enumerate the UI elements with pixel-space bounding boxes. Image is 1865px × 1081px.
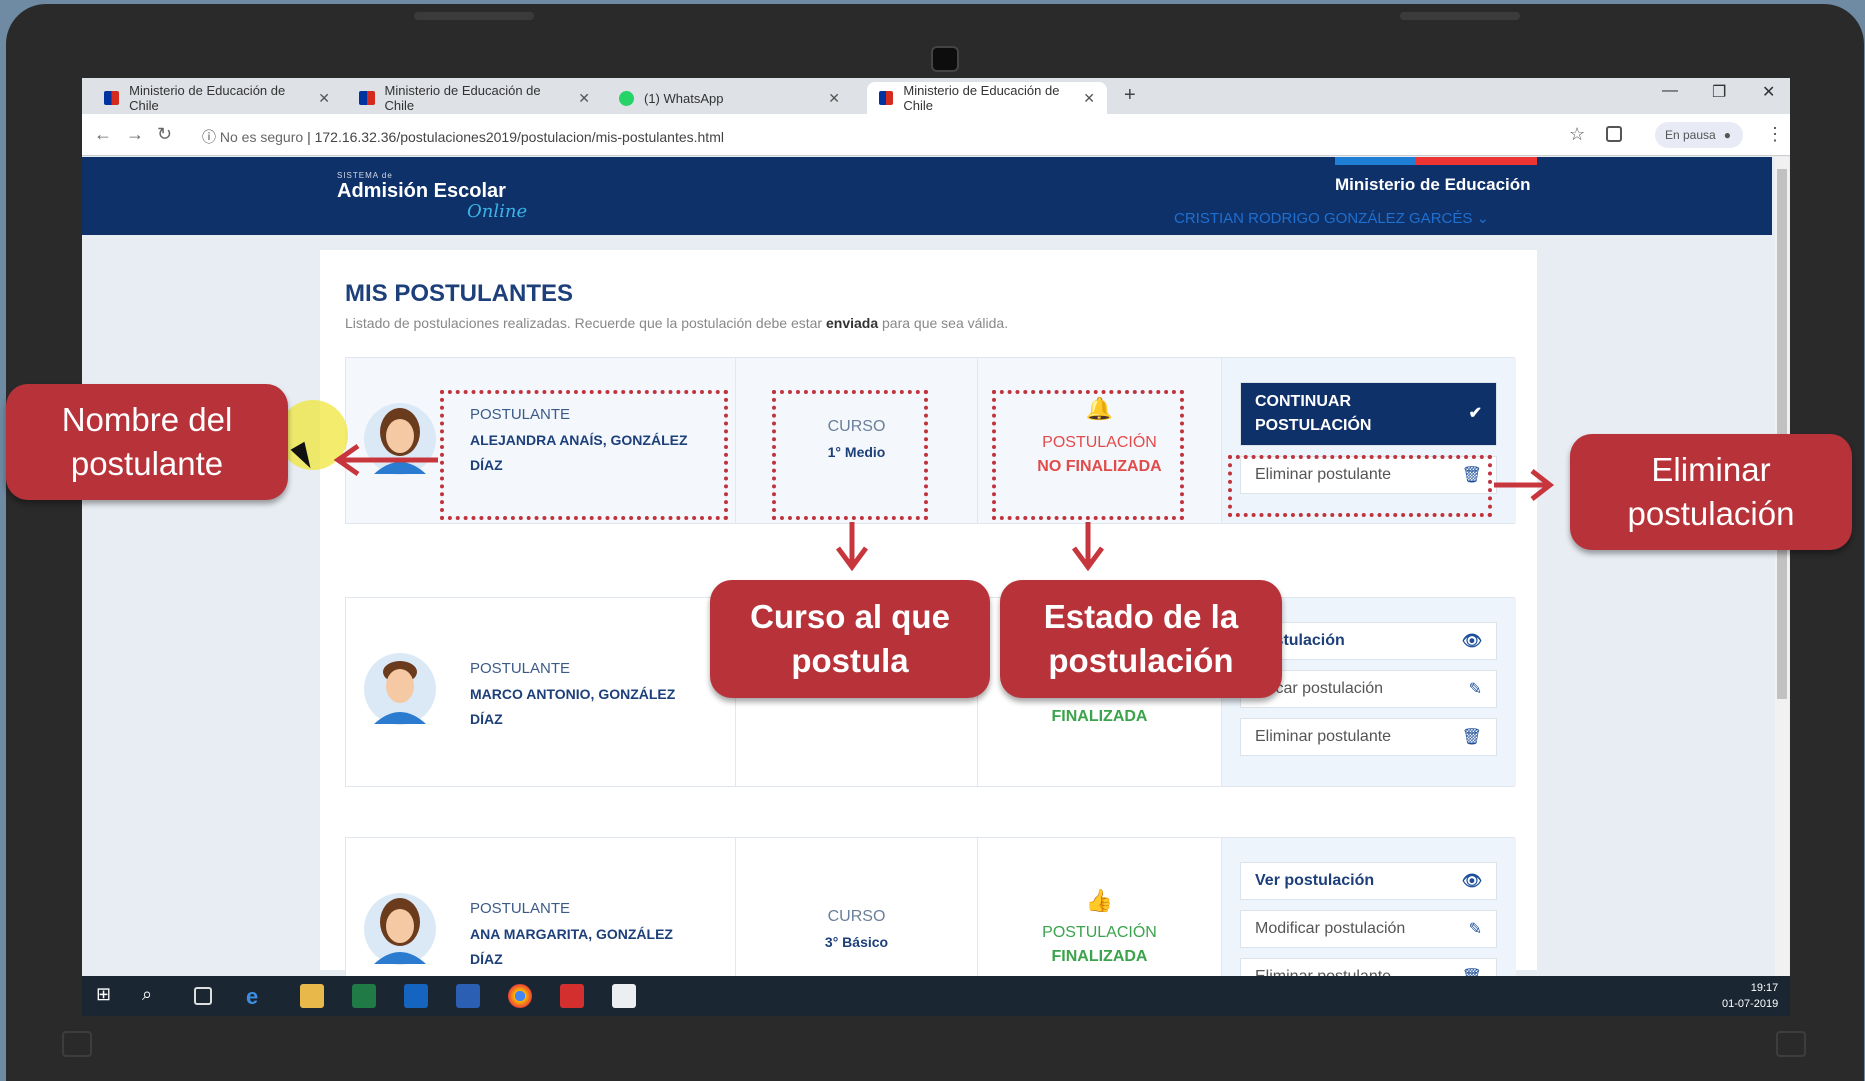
callout-nombre: Nombre del postulante [6, 384, 288, 500]
callout-line: Estado de la [1043, 598, 1239, 635]
callout-line: postulante [70, 445, 224, 482]
callout-line: postulación [1048, 642, 1234, 679]
callout-line: Nombre del [61, 401, 233, 438]
callout-line: Curso al que [750, 598, 950, 635]
callout-eliminar: Eliminar postulación [1570, 434, 1852, 550]
callout-line: postulación [1627, 495, 1795, 532]
callout-line: postula [791, 642, 909, 679]
callout-estado: Estado de la postulación [1000, 580, 1282, 698]
callout-line: Eliminar [1651, 451, 1771, 488]
callout-curso: Curso al que postula [710, 580, 990, 698]
